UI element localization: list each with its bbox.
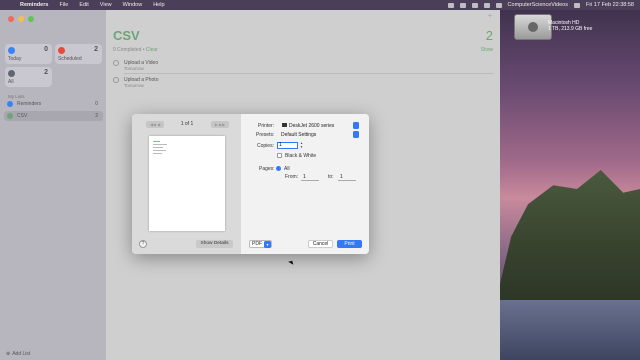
smart-list-scheduled[interactable]: Scheduled 2 xyxy=(55,44,102,64)
preview-line xyxy=(153,153,162,154)
smart-list-today[interactable]: Today 0 xyxy=(5,44,52,64)
print-button[interactable]: Print xyxy=(337,240,362,248)
menu-clock[interactable]: Fri 17 Feb 22:38:58 xyxy=(586,2,634,8)
reminder-date: Tomorrow xyxy=(124,66,144,71)
presets-label: Presets: xyxy=(256,132,275,138)
disk-info: 1 TB, 213.9 GB free xyxy=(548,26,593,32)
help-button[interactable]: ? xyxy=(139,240,147,248)
plus-circle-icon: ⊕ xyxy=(6,351,11,357)
sidebar-item-reminders[interactable]: Reminders 0 xyxy=(4,99,103,109)
list-label: Reminders xyxy=(17,101,42,107)
zoom-window-button[interactable] xyxy=(28,16,34,22)
status-area: ComputerScienceVideos Fri 17 Feb 22:38:5… xyxy=(447,2,634,8)
hard-disk-icon[interactable] xyxy=(514,14,552,40)
apple-menu-icon[interactable] xyxy=(6,2,12,8)
page-title: CSV xyxy=(113,28,140,43)
complete-checkbox[interactable] xyxy=(113,77,119,83)
calendar-icon xyxy=(8,47,15,54)
menu-app-name[interactable]: Reminders xyxy=(20,2,48,8)
previous-page-button[interactable]: ◀◀ ◀ xyxy=(146,121,164,128)
printer-icon xyxy=(282,123,287,127)
printer-label: Printer: xyxy=(258,123,275,129)
preview-line xyxy=(153,144,167,145)
print-preview-pane: ◀◀ ◀ 1 of 1 ▶ ▶▶ ? Show Details xyxy=(132,114,241,254)
search-icon[interactable] xyxy=(495,2,502,8)
cloud-icon[interactable] xyxy=(459,2,466,8)
page-indicator: 1 of 1 xyxy=(180,121,194,127)
sidebar: Today 0 Scheduled 2 All 2 My Lists Remin… xyxy=(0,10,106,360)
pdf-label: PDF xyxy=(252,241,262,247)
from-field-underline xyxy=(301,180,319,181)
reminder-date: Tomorrow xyxy=(124,83,144,88)
presets-select[interactable]: Default Settings xyxy=(281,132,316,138)
smart-list-label: Today xyxy=(8,56,22,62)
menu-window[interactable]: Window xyxy=(123,2,143,8)
list-label: CSV xyxy=(17,113,28,119)
add-list-label: Add List xyxy=(12,351,31,357)
smart-list-count: 2 xyxy=(44,69,48,76)
list-bullet-icon xyxy=(7,101,13,107)
battery-icon[interactable] xyxy=(471,2,478,8)
reminder-count: 2 xyxy=(485,28,493,43)
to-field-underline xyxy=(338,180,356,181)
list-bullet-icon xyxy=(7,113,13,119)
sidebar-item-csv[interactable]: CSV 2 xyxy=(4,111,103,121)
black-white-checkbox[interactable] xyxy=(277,153,282,158)
print-settings-pane: Printer: DeskJet 2600 series Presets: De… xyxy=(241,114,369,254)
copies-label: Copies: xyxy=(257,143,274,149)
completed-count: 0 Completed xyxy=(113,47,142,53)
menu-view[interactable]: View xyxy=(100,2,112,8)
disk-label: Macintosh HD 1 TB, 213.9 GB free xyxy=(548,20,608,32)
show-details-button[interactable]: Show Details xyxy=(196,240,233,248)
show-completed-link[interactable]: Show xyxy=(480,47,493,53)
menu-help[interactable]: Help xyxy=(153,2,164,8)
close-window-button[interactable] xyxy=(8,16,14,22)
next-page-button[interactable]: ▶ ▶▶ xyxy=(211,121,229,128)
smart-list-count: 0 xyxy=(44,46,48,53)
menu-file[interactable]: File xyxy=(59,2,68,8)
menu-bar: Reminders File Edit View Window Help Com… xyxy=(0,0,640,10)
user-name[interactable]: ComputerScienceVideos xyxy=(508,2,568,8)
pages-all-label: All xyxy=(284,166,290,172)
wifi-icon[interactable] xyxy=(483,2,490,8)
recording-icon[interactable] xyxy=(447,2,454,8)
from-label: From: xyxy=(285,174,299,180)
print-dialog: ◀◀ ◀ 1 of 1 ▶ ▶▶ ? Show Details Printer:… xyxy=(132,114,369,254)
cancel-button[interactable]: Cancel xyxy=(308,240,333,248)
add-reminder-icon[interactable]: + xyxy=(488,13,492,20)
scheduled-icon xyxy=(58,47,65,54)
complete-checkbox[interactable] xyxy=(113,60,119,66)
clear-completed-link[interactable]: Clear xyxy=(146,47,158,53)
black-white-label: Black & White xyxy=(285,153,317,159)
pages-label: Pages: xyxy=(259,166,275,172)
pages-all-radio[interactable] xyxy=(276,166,281,171)
wallpaper-sea xyxy=(500,300,640,360)
copies-field[interactable]: 1 xyxy=(277,142,298,149)
window-controls xyxy=(8,16,34,22)
smart-list-label: Scheduled xyxy=(58,56,82,62)
printer-select[interactable]: DeskJet 2600 series xyxy=(289,123,334,129)
menu-edit[interactable]: Edit xyxy=(79,2,88,8)
minimize-window-button[interactable] xyxy=(18,16,24,22)
tray-icon xyxy=(8,70,15,77)
smart-list-all[interactable]: All 2 xyxy=(5,67,52,87)
control-center-icon[interactable] xyxy=(573,2,580,8)
list-count: 2 xyxy=(95,113,98,119)
completed-summary: 0 Completed • Clear xyxy=(113,47,158,53)
chevron-updown-icon[interactable] xyxy=(353,131,359,138)
page-preview xyxy=(149,136,225,231)
preview-line xyxy=(153,147,163,148)
add-list-button[interactable]: ⊕ Add List xyxy=(6,351,30,357)
preview-line xyxy=(153,150,166,151)
row-divider xyxy=(124,73,494,74)
list-count: 0 xyxy=(95,101,98,107)
pdf-menu-button[interactable]: PDF ▾ xyxy=(249,240,272,248)
chevron-updown-icon[interactable] xyxy=(353,122,359,129)
preview-line xyxy=(153,141,160,142)
chevron-down-icon: ▾ xyxy=(264,241,271,248)
smart-list-label: All xyxy=(8,79,14,85)
smart-list-count: 2 xyxy=(94,46,98,53)
copies-stepper[interactable]: ▲ ▼ xyxy=(300,141,303,149)
to-label: to: xyxy=(328,174,334,180)
